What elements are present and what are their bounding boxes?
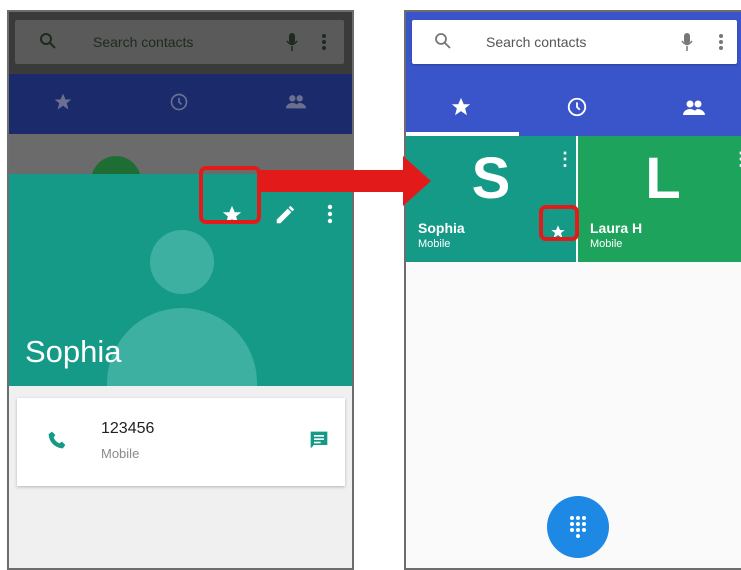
highlight-box [539, 205, 579, 241]
message-icon[interactable] [309, 430, 329, 450]
contact-type: Mobile [418, 238, 451, 250]
microphone-icon[interactable] [680, 32, 694, 52]
dialpad-icon [570, 516, 586, 538]
contact-name: Sophia [25, 334, 122, 369]
people-icon[interactable] [682, 98, 706, 118]
search-placeholder: Search contacts [93, 34, 194, 50]
tab-bar [9, 74, 352, 134]
search-placeholder: Search contacts [486, 34, 587, 50]
phone-icon[interactable] [47, 430, 67, 450]
contact-details: 123456 Mobile [9, 386, 352, 568]
search-bar[interactable]: Search contacts [412, 20, 737, 64]
more-options-icon[interactable] [718, 33, 724, 51]
contact-type: Mobile [590, 238, 623, 250]
search-icon [435, 33, 451, 49]
contact-header: Sophia [9, 174, 352, 398]
annotation-arrow-head [403, 156, 431, 206]
more-options-icon[interactable] [321, 33, 327, 51]
star-icon[interactable] [450, 96, 472, 118]
right-screen: Search contacts S ⋮ Sophia Mobile L ⋮ La… [404, 10, 741, 570]
edit-icon[interactable] [274, 204, 296, 226]
phone-number: 123456 [101, 420, 155, 437]
clock-icon[interactable] [566, 96, 588, 118]
avatar-placeholder-body [107, 308, 257, 398]
search-icon [40, 33, 56, 49]
favorite-tile[interactable]: S ⋮ Sophia Mobile [406, 136, 576, 262]
contact-name: Sophia [418, 220, 465, 236]
dialpad-button[interactable] [547, 496, 609, 558]
clock-icon[interactable] [169, 92, 189, 112]
contact-name: Laura H [590, 220, 643, 236]
more-options-icon[interactable] [327, 204, 333, 224]
phone-type: Mobile [101, 446, 140, 461]
star-icon[interactable] [53, 92, 73, 112]
left-screen: Search contacts Sophia 123456 Mobile [7, 10, 354, 570]
microphone-icon[interactable] [285, 32, 299, 52]
favorite-tile[interactable]: L ⋮ Laura H Mobile [578, 136, 741, 262]
highlight-box [199, 166, 261, 224]
annotation-arrow [259, 170, 407, 192]
search-bar[interactable]: Search contacts [15, 20, 344, 64]
header-bar: Search contacts [406, 12, 741, 136]
more-options-icon[interactable]: ⋮ [732, 150, 741, 168]
people-icon[interactable] [285, 92, 307, 112]
avatar-placeholder [150, 230, 214, 294]
more-options-icon[interactable]: ⋮ [556, 150, 574, 168]
phone-card[interactable]: 123456 Mobile [17, 398, 345, 486]
contact-initial: L [645, 146, 681, 211]
